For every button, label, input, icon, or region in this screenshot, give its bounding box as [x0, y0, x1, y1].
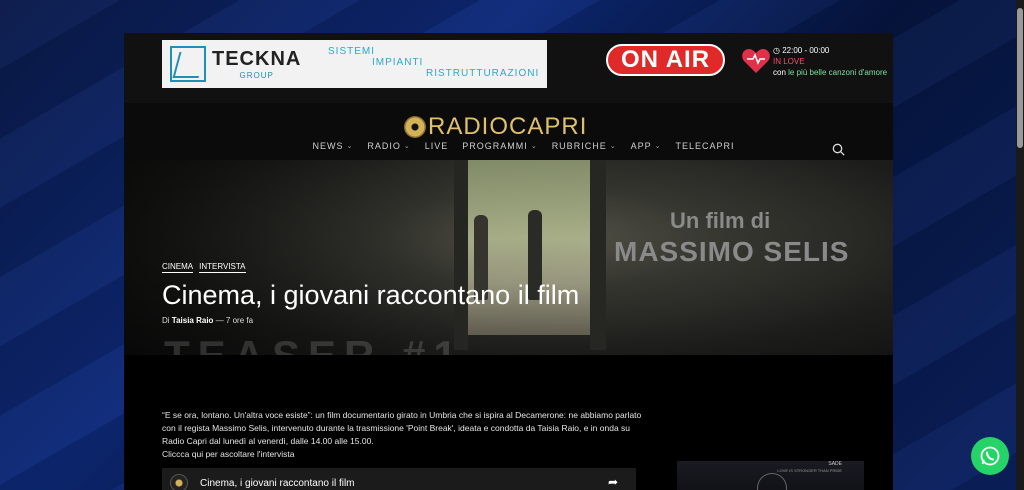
article-title[interactable]: Cinema, i giovani raccontano il film — [162, 280, 579, 311]
nav-item-programmi[interactable]: PROGRAMMI ⌄ — [462, 141, 537, 151]
site-container: TECKNA GROUP SISTEMI IMPIANTI RISTRUTTUR… — [124, 33, 893, 490]
chevron-down-icon: ⌄ — [403, 143, 411, 150]
heart-icon — [742, 49, 770, 73]
ad-brand-name: TECKNA — [212, 48, 302, 70]
category-intervista[interactable]: INTERVISTA — [199, 262, 246, 273]
ad-tag: IMPIANTI — [372, 57, 424, 68]
logo-text: RADIOCAPRI — [428, 113, 588, 140]
radiocapri-logo[interactable]: RADIOCAPRI — [404, 113, 587, 141]
nav-item-radio[interactable]: RADIO ⌄ — [367, 141, 410, 151]
category-cinema[interactable]: CINEMA — [162, 262, 194, 273]
hero-article[interactable]: Un film di MASSIMO SELIS TEASER #1 CINEM… — [124, 160, 893, 355]
video-embed[interactable]: Cinema, i giovani raccontano il film ➦ — [162, 468, 636, 490]
article-body: “E se ora, lontano. Un'altra voce esiste… — [162, 409, 642, 461]
now-playing-info: ◷ 22:00 - 00:00 IN LOVE con le più belle… — [773, 45, 887, 78]
player-song: LOVE IS STRONGER THAN PRIDE — [777, 468, 842, 473]
ad-tag: SISTEMI — [328, 46, 376, 57]
chevron-down-icon: ⌄ — [346, 143, 354, 150]
nav-item-telecapri[interactable]: TELECAPRI — [675, 141, 734, 151]
chevron-down-icon: ⌄ — [530, 143, 538, 150]
vinyl-disc-icon — [404, 116, 426, 138]
film-credit-line2: MASSIMO SELIS — [614, 236, 850, 267]
site-header: RADIOCAPRI NEWS ⌄ RADIO ⌄ LIVE PROGRAMMI ⌄ … — [124, 103, 893, 160]
teaser-text: TEASER #1 — [164, 332, 465, 355]
author-link[interactable]: Taisia Raio — [172, 316, 214, 325]
search-icon[interactable] — [832, 143, 845, 156]
ad-tag: RISTRUTTURAZIONI — [426, 68, 540, 79]
teckna-logo-icon — [170, 46, 206, 82]
article-byline: Di Taisia Raio — 7 ore fa — [162, 316, 254, 325]
show-name: IN LOVE — [773, 57, 805, 66]
listen-link[interactable]: Cliccca qui per ascoltare l'intervista — [162, 448, 642, 461]
ad-brand: TECKNA GROUP — [212, 48, 301, 80]
show-description: con le più belle canzoni d'amore — [773, 68, 888, 77]
scrollbar-thumb[interactable] — [1017, 8, 1023, 148]
advertisement-banner[interactable]: TECKNA GROUP SISTEMI IMPIANTI RISTRUTTUR… — [162, 40, 547, 88]
chevron-down-icon: ⌄ — [654, 143, 662, 150]
nav-item-rubriche[interactable]: RUBRICHE ⌄ — [552, 141, 617, 151]
article-content: “E se ora, lontano. Un'altra voce esiste… — [124, 355, 893, 490]
channel-logo-icon — [170, 474, 188, 490]
main-nav: NEWS ⌄ RADIO ⌄ LIVE PROGRAMMI ⌄ RUBRICHE ⌄ A… — [124, 141, 893, 151]
video-title[interactable]: Cinema, i giovani raccontano il film — [200, 478, 355, 489]
scrollbar[interactable] — [1016, 0, 1024, 490]
whatsapp-icon — [980, 446, 1000, 466]
radio-player-widget[interactable]: SADE LOVE IS STRONGER THAN PRIDE — [677, 461, 864, 490]
category-tags: CINEMA INTERVISTA — [162, 262, 246, 273]
film-credit-line1: Un film di — [670, 208, 771, 233]
nav-item-live[interactable]: LIVE — [425, 141, 449, 151]
show-time: ◷ 22:00 - 00:00 — [773, 46, 830, 55]
top-banner: TECKNA GROUP SISTEMI IMPIANTI RISTRUTTUR… — [124, 33, 893, 103]
share-icon[interactable]: ➦ — [608, 475, 618, 489]
ad-brand-sub: GROUP — [239, 71, 274, 80]
whatsapp-button[interactable] — [971, 437, 1009, 475]
nav-item-app[interactable]: APP ⌄ — [631, 141, 662, 151]
time-ago: — 7 ore fa — [215, 316, 254, 325]
on-air-badge[interactable]: ON AIR — [606, 44, 725, 76]
article-paragraph: “E se ora, lontano. Un'altra voce esiste… — [162, 410, 642, 446]
nav-item-news[interactable]: NEWS ⌄ — [313, 141, 354, 151]
player-artist: SADE — [828, 461, 842, 467]
player-disc-icon — [757, 473, 787, 490]
chevron-down-icon: ⌄ — [609, 143, 617, 150]
